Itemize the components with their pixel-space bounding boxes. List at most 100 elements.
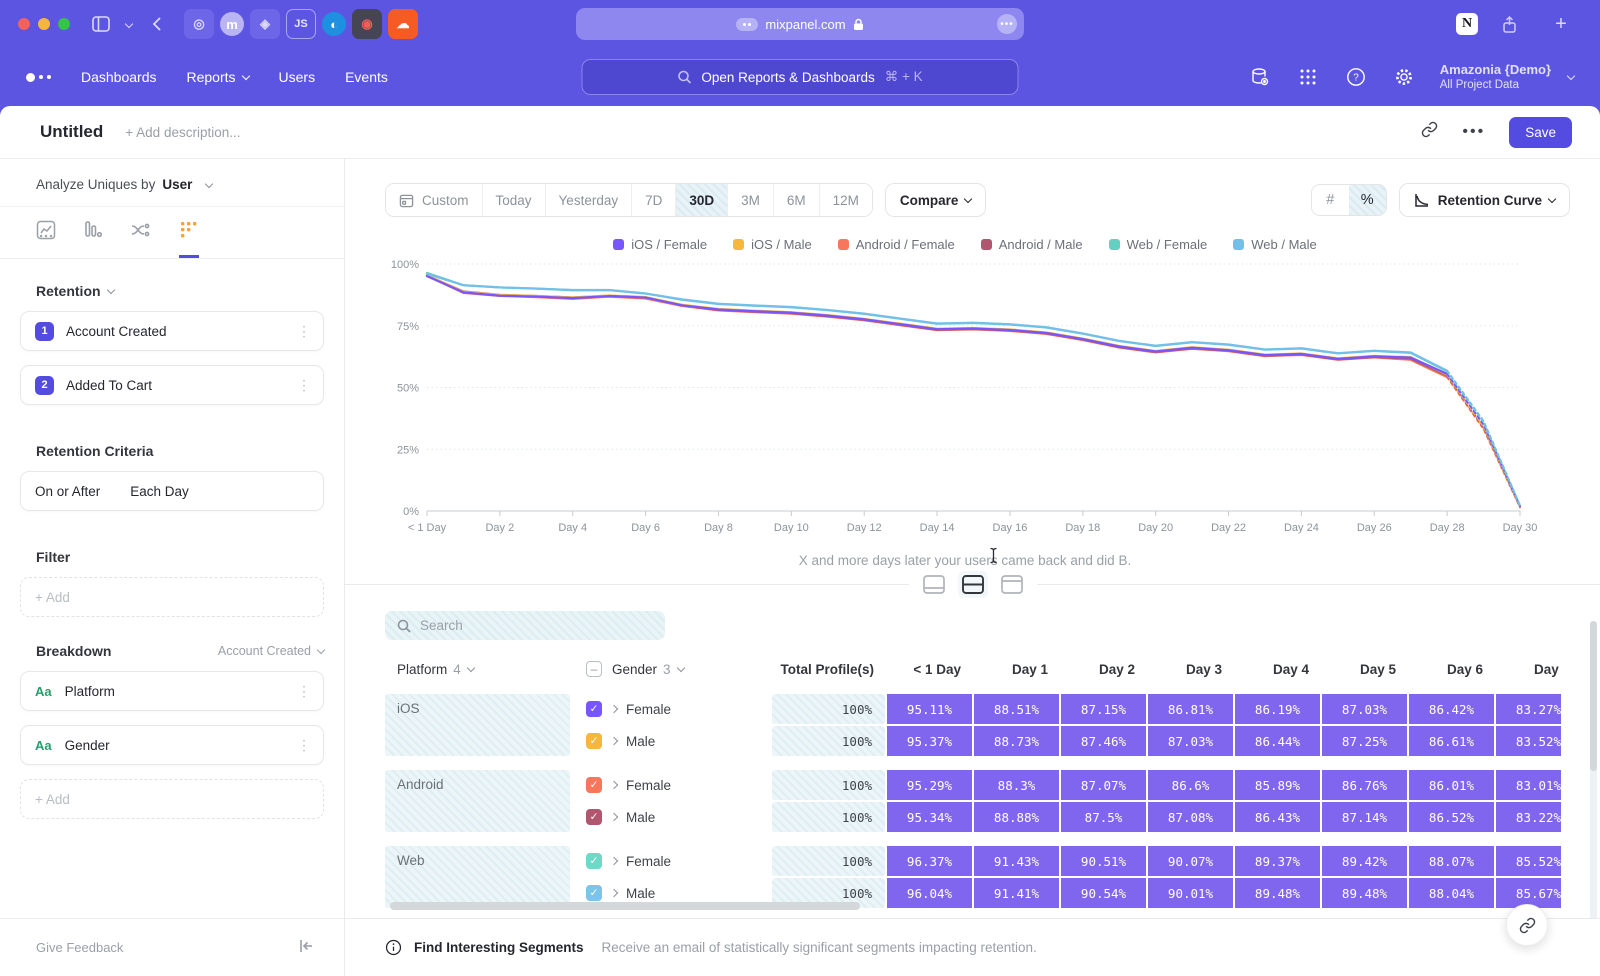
gender-column-header[interactable]: – Gender3: [572, 661, 772, 677]
tab-insights[interactable]: [36, 220, 56, 258]
percent-toggle[interactable]: %: [1349, 185, 1386, 215]
criteria-each-day[interactable]: Each Day: [130, 484, 189, 499]
avatar-m-icon[interactable]: m: [220, 12, 244, 36]
breakdown-scope-dropdown[interactable]: Account Created: [218, 644, 324, 658]
apps-grid-icon[interactable]: [1296, 65, 1320, 89]
notes-icon[interactable]: ◉: [352, 9, 382, 39]
vertical-scrollbar[interactable]: [1590, 621, 1597, 939]
horizontal-scrollbar[interactable]: [390, 902, 860, 910]
day-column-header[interactable]: < 1 Day: [889, 662, 974, 677]
analyze-value-dropdown[interactable]: User: [162, 177, 192, 192]
expand-row-icon[interactable]: [610, 781, 618, 789]
more-options-icon[interactable]: ⋮: [297, 323, 311, 340]
date-range-30d[interactable]: 30D: [676, 184, 728, 216]
day-column-header[interactable]: Day 1: [976, 662, 1061, 677]
more-options-icon[interactable]: ⋮: [297, 377, 311, 394]
window-controls[interactable]: [18, 18, 70, 30]
legend-item[interactable]: iOS / Female: [613, 237, 707, 252]
tab-funnels[interactable]: [83, 220, 103, 258]
help-icon[interactable]: ?: [1344, 65, 1368, 89]
retention-section-label[interactable]: Retention: [0, 259, 344, 311]
date-range-yesterday[interactable]: Yesterday: [546, 184, 633, 216]
data-management-icon[interactable]: [1248, 65, 1272, 89]
maximize-window-icon[interactable]: [58, 18, 70, 30]
more-actions-icon[interactable]: •••: [1462, 123, 1485, 141]
collapse-sidebar-icon[interactable]: [299, 939, 314, 956]
nav-item-events[interactable]: Events: [345, 69, 388, 85]
tab-chevron-icon[interactable]: [122, 11, 136, 37]
project-switcher[interactable]: Amazonia {Demo} All Project Data: [1440, 62, 1574, 93]
split-view-toggle[interactable]: [958, 571, 988, 598]
new-tab-icon[interactable]: +: [1548, 11, 1574, 37]
globe-icon[interactable]: ◐: [322, 12, 346, 36]
nav-item-reports[interactable]: Reports: [187, 69, 249, 85]
mixpanel-logo-icon[interactable]: [26, 73, 51, 82]
series-checkbox[interactable]: ✓: [586, 701, 602, 717]
minimize-window-icon[interactable]: [38, 18, 50, 30]
date-range-today[interactable]: Today: [483, 184, 546, 216]
expand-row-icon[interactable]: [610, 889, 618, 897]
date-range-12m[interactable]: 12M: [820, 184, 872, 216]
day-column-header[interactable]: Day 4: [1237, 662, 1322, 677]
criteria-on-or-after[interactable]: On or After: [35, 484, 100, 499]
find-segments-title[interactable]: Find Interesting Segments: [414, 940, 584, 955]
series-checkbox[interactable]: ✓: [586, 885, 602, 901]
share-link-fab[interactable]: [1506, 904, 1548, 946]
date-range-6m[interactable]: 6M: [774, 184, 820, 216]
settings-gear-icon[interactable]: [1392, 65, 1416, 89]
nav-item-users[interactable]: Users: [279, 69, 316, 85]
breakdown-card-gender[interactable]: AaGender⋮: [20, 725, 324, 765]
extension-icons[interactable]: ◎m◈JS◐◉☁: [184, 9, 418, 39]
more-options-icon[interactable]: ⋮: [297, 683, 311, 700]
series-checkbox[interactable]: ✓: [586, 777, 602, 793]
series-checkbox[interactable]: ✓: [586, 809, 602, 825]
expand-row-icon[interactable]: [610, 737, 618, 745]
legend-item[interactable]: Android / Female: [838, 237, 955, 252]
table-only-view-toggle[interactable]: [997, 571, 1027, 598]
table-search-input[interactable]: Search: [385, 611, 665, 640]
back-icon[interactable]: [144, 11, 170, 37]
cube-icon[interactable]: ◈: [250, 9, 280, 39]
add-filter-button[interactable]: + Add: [20, 577, 324, 617]
compare-button[interactable]: Compare: [885, 183, 987, 217]
legend-item[interactable]: iOS / Male: [733, 237, 812, 252]
day-column-header[interactable]: Day 7: [1498, 662, 1561, 677]
notion-icon[interactable]: N: [1456, 13, 1478, 35]
expand-row-icon[interactable]: [610, 813, 618, 821]
expand-row-icon[interactable]: [610, 857, 618, 865]
expand-row-icon[interactable]: [610, 705, 618, 713]
tab-flows[interactable]: [130, 220, 152, 258]
copy-link-icon[interactable]: [1421, 121, 1438, 143]
series-checkbox[interactable]: ✓: [586, 853, 602, 869]
nav-item-dashboards[interactable]: Dashboards: [81, 69, 157, 85]
address-bar[interactable]: mixpanel.com •••: [576, 8, 1024, 40]
series-checkbox[interactable]: ✓: [586, 733, 602, 749]
page-actions-icon[interactable]: •••: [997, 14, 1017, 34]
give-feedback-link[interactable]: Give Feedback: [36, 940, 123, 955]
day-column-header[interactable]: Day 5: [1324, 662, 1409, 677]
global-search[interactable]: Open Reports & Dashboards ⌘ + K: [582, 59, 1019, 95]
platform-column-header[interactable]: Platform4: [385, 662, 570, 677]
chart-only-view-toggle[interactable]: [919, 571, 949, 598]
add-breakdown-button[interactable]: + Add: [20, 779, 324, 819]
day-column-header[interactable]: Day 6: [1411, 662, 1496, 677]
more-options-icon[interactable]: ⋮: [297, 737, 311, 754]
target-icon[interactable]: ◎: [184, 9, 214, 39]
sidebar-toggle-icon[interactable]: [88, 11, 114, 37]
chart-type-dropdown[interactable]: Retention Curve: [1399, 183, 1570, 217]
retention-line-chart[interactable]: 0%25%50%75%100%< 1 DayDay 2Day 4Day 6Day…: [385, 256, 1545, 540]
date-range-3m[interactable]: 3M: [728, 184, 774, 216]
day-column-header[interactable]: Day 3: [1150, 662, 1235, 677]
soundcloud-icon[interactable]: ☁: [388, 9, 418, 39]
legend-item[interactable]: Web / Female: [1109, 237, 1208, 252]
close-window-icon[interactable]: [18, 18, 30, 30]
retention-step-card[interactable]: 1Account Created⋮: [20, 311, 324, 351]
indeterminate-checkbox[interactable]: –: [586, 661, 602, 677]
total-profiles-header[interactable]: Total Profile(s): [774, 662, 887, 677]
absolute-numbers-toggle[interactable]: #: [1312, 185, 1349, 215]
report-title[interactable]: Untitled: [40, 122, 103, 142]
retention-step-card[interactable]: 2Added To Cart⋮: [20, 365, 324, 405]
date-range-7d[interactable]: 7D: [632, 184, 676, 216]
add-description[interactable]: + Add description...: [125, 125, 240, 140]
legend-item[interactable]: Web / Male: [1233, 237, 1317, 252]
